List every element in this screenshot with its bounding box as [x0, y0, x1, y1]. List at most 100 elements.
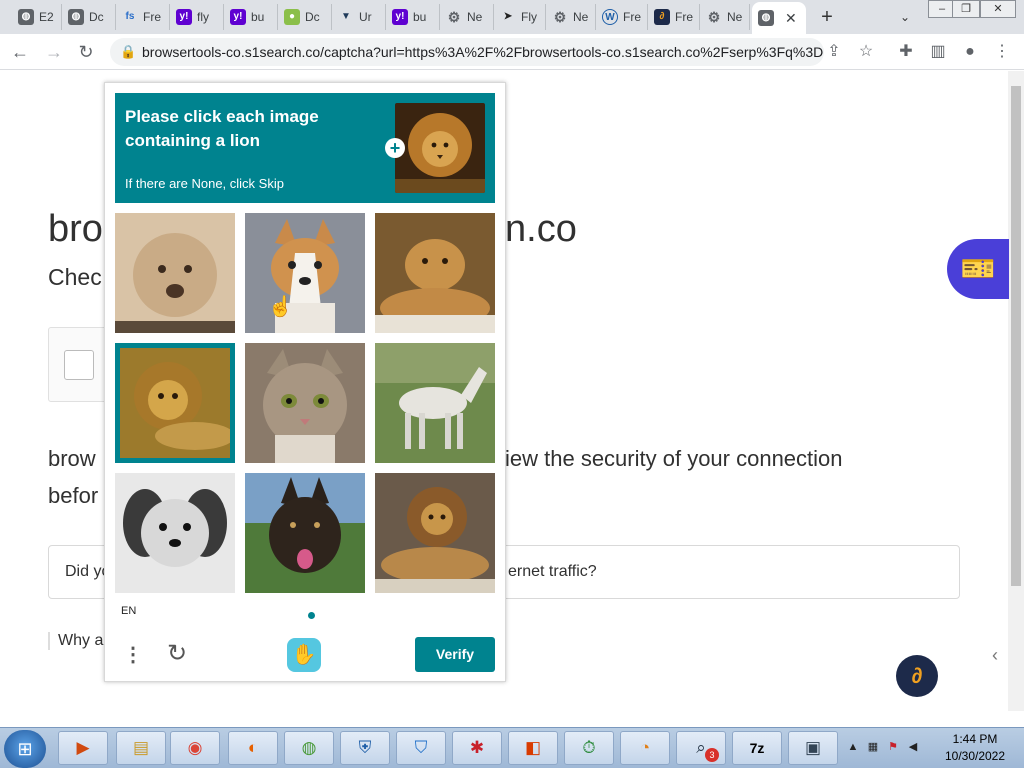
- bookmark-star-icon[interactable]: ☆: [856, 42, 876, 62]
- verify-button[interactable]: Verify: [415, 637, 495, 672]
- chevron-left-icon[interactable]: ‹: [982, 640, 1008, 670]
- office-icon[interactable]: ◧: [508, 731, 558, 765]
- tab[interactable]: ∂ Fre: [648, 4, 700, 30]
- tab[interactable]: W Fre: [596, 4, 648, 30]
- scrollbar-thumb[interactable]: [1011, 86, 1021, 586]
- tab[interactable]: y! fly: [170, 4, 224, 30]
- tray-volume-icon[interactable]: ◀: [906, 740, 920, 754]
- challenge-prompt: Please click each image containing a lio…: [125, 107, 319, 150]
- language-selector[interactable]: EN: [121, 605, 136, 617]
- page-title: bro: [48, 208, 103, 250]
- maximize-button[interactable]: ❐: [952, 0, 980, 18]
- tab[interactable]: fs Fre: [116, 4, 170, 30]
- tab[interactable]: ▼ Ur: [332, 4, 386, 30]
- side-panel-icon[interactable]: ▥: [928, 42, 948, 62]
- page-paragraph-line2: befor: [48, 483, 99, 508]
- link-icon: ∂: [654, 9, 670, 25]
- challenge-header: Please click each image containing a lio…: [115, 93, 495, 203]
- challenge-tile-2[interactable]: [245, 213, 365, 333]
- shield-app-icon[interactable]: ⛨: [340, 731, 390, 765]
- challenge-tile-7[interactable]: [115, 473, 235, 593]
- timer-icon[interactable]: ⏱: [564, 731, 614, 765]
- address-bar[interactable]: 🔒 browsertools-co.s1search.co/captcha?ur…: [110, 38, 824, 66]
- share-icon[interactable]: ⇪: [824, 42, 844, 62]
- lioness-image: [375, 213, 495, 333]
- clock[interactable]: 1:44 PM 10/30/2022: [935, 731, 1015, 765]
- link-floating-icon[interactable]: ∂: [896, 655, 938, 697]
- menu-dots-icon[interactable]: ⋮: [992, 42, 1012, 62]
- firefox-icon[interactable]: ◐: [228, 731, 278, 765]
- reload-icon[interactable]: ↻: [74, 40, 98, 64]
- tab[interactable]: ● Dc: [278, 4, 332, 30]
- gear-icon: ⚙: [553, 9, 567, 25]
- tray-arrow-icon[interactable]: ▲: [846, 740, 860, 754]
- tabby-cat-image: [245, 343, 365, 463]
- tab-active[interactable]: ◍ ✕: [752, 2, 806, 34]
- frog-icon: ●: [284, 9, 300, 25]
- page-paragraph-rest: iew the security of your connection: [505, 446, 843, 471]
- chrome-icon[interactable]: ◉: [170, 731, 220, 765]
- captcha-challenge: Please click each image containing a lio…: [104, 82, 506, 682]
- challenge-tile-4[interactable]: [115, 343, 235, 463]
- why-link[interactable]: Why a: [48, 632, 103, 650]
- close-window-button[interactable]: ✕: [980, 0, 1016, 18]
- fs-icon: fs: [125, 11, 135, 22]
- extensions-icon[interactable]: ✚: [896, 42, 916, 62]
- tab[interactable]: ➤ Fly: [494, 4, 546, 30]
- new-tab-button[interactable]: +: [816, 6, 838, 28]
- gear-icon: ⚙: [447, 9, 461, 25]
- challenge-tile-1[interactable]: [115, 213, 235, 333]
- tab[interactable]: ◍ E2: [12, 4, 62, 30]
- start-button[interactable]: ⊞: [4, 730, 46, 768]
- challenge-tile-6[interactable]: [375, 343, 495, 463]
- cursor-icon: ➤: [503, 11, 513, 22]
- lock-icon: 🔒: [120, 44, 137, 59]
- tray-network-icon[interactable]: ▦: [866, 740, 880, 754]
- challenge-tile-9[interactable]: [375, 473, 495, 593]
- yahoo-icon: y!: [176, 9, 192, 25]
- lion-image: [375, 473, 495, 593]
- tab[interactable]: ⚙ Ne: [440, 4, 494, 30]
- network-app-icon[interactable]: ▣: [788, 731, 838, 765]
- tab-search-icon[interactable]: ⌄: [896, 8, 914, 26]
- captcha-checkbox[interactable]: [64, 350, 94, 380]
- globe-app-icon[interactable]: ◍: [284, 731, 334, 765]
- refresh-challenge-icon[interactable]: ↻: [163, 640, 191, 668]
- tab[interactable]: ⚙ Ne: [700, 4, 750, 30]
- back-icon[interactable]: ←: [8, 40, 32, 64]
- tab[interactable]: ⚙ Ne: [546, 4, 596, 30]
- close-tab-icon[interactable]: ✕: [785, 10, 797, 27]
- tab[interactable]: y! bu: [386, 4, 440, 30]
- hand-cursor-icon: ☝: [268, 296, 293, 318]
- wp-icon: W: [602, 9, 618, 25]
- tab[interactable]: y! bu: [224, 4, 278, 30]
- yahoo-icon: y!: [392, 9, 408, 25]
- tab[interactable]: ◍ Dc: [62, 4, 116, 30]
- globe-icon: ◍: [758, 10, 774, 26]
- more-options-icon[interactable]: ⋮: [123, 641, 143, 669]
- page-paragraph: brow: [48, 446, 96, 471]
- search-app-icon[interactable]: ⌕ 3: [676, 731, 726, 765]
- challenge-tile-5[interactable]: [245, 343, 365, 463]
- sample-lion-image: [395, 103, 485, 193]
- 7zip-icon[interactable]: 7z: [732, 731, 782, 765]
- tab-strip: ◍ E2 ◍ Dc fs Fre y! fly y! bu ● Dc ▼ Ur y! bu ⚙ N…: [0, 0, 1024, 34]
- lion-sample-illustration: [395, 103, 485, 193]
- tray-flag-icon[interactable]: ⚑: [886, 740, 900, 754]
- file-explorer-icon[interactable]: ▤: [116, 731, 166, 765]
- ticket-extension-icon[interactable]: 🎫: [947, 239, 1009, 299]
- media-player-icon[interactable]: ▶: [58, 731, 108, 765]
- address-text: browsertools-co.s1search.co/captcha?url=…: [142, 44, 824, 60]
- forward-icon[interactable]: →: [42, 40, 66, 64]
- expand-sample-icon[interactable]: +: [385, 138, 405, 158]
- challenge-tile-8[interactable]: [245, 473, 365, 593]
- globe-icon: ◍: [18, 9, 34, 25]
- hcaptcha-logo-icon[interactable]: ✋: [287, 638, 321, 672]
- vpn-shield-icon[interactable]: ⛉: [396, 731, 446, 765]
- profile-icon[interactable]: ●: [960, 42, 980, 62]
- challenge-hint: If there are None, click Skip: [125, 176, 284, 191]
- challenge-tile-3[interactable]: [375, 213, 495, 333]
- speed-icon[interactable]: ◔: [620, 731, 670, 765]
- taskbar: ⊞ ▶ ▤ ◉ ◐ ◍ ⛨ ⛉ ✱ ◧ ⏱ ◔ ⌕ 3 7z ▣ ▲ ▦ ⚑ ◀ …: [0, 727, 1024, 768]
- settings-app-icon[interactable]: ✱: [452, 731, 502, 765]
